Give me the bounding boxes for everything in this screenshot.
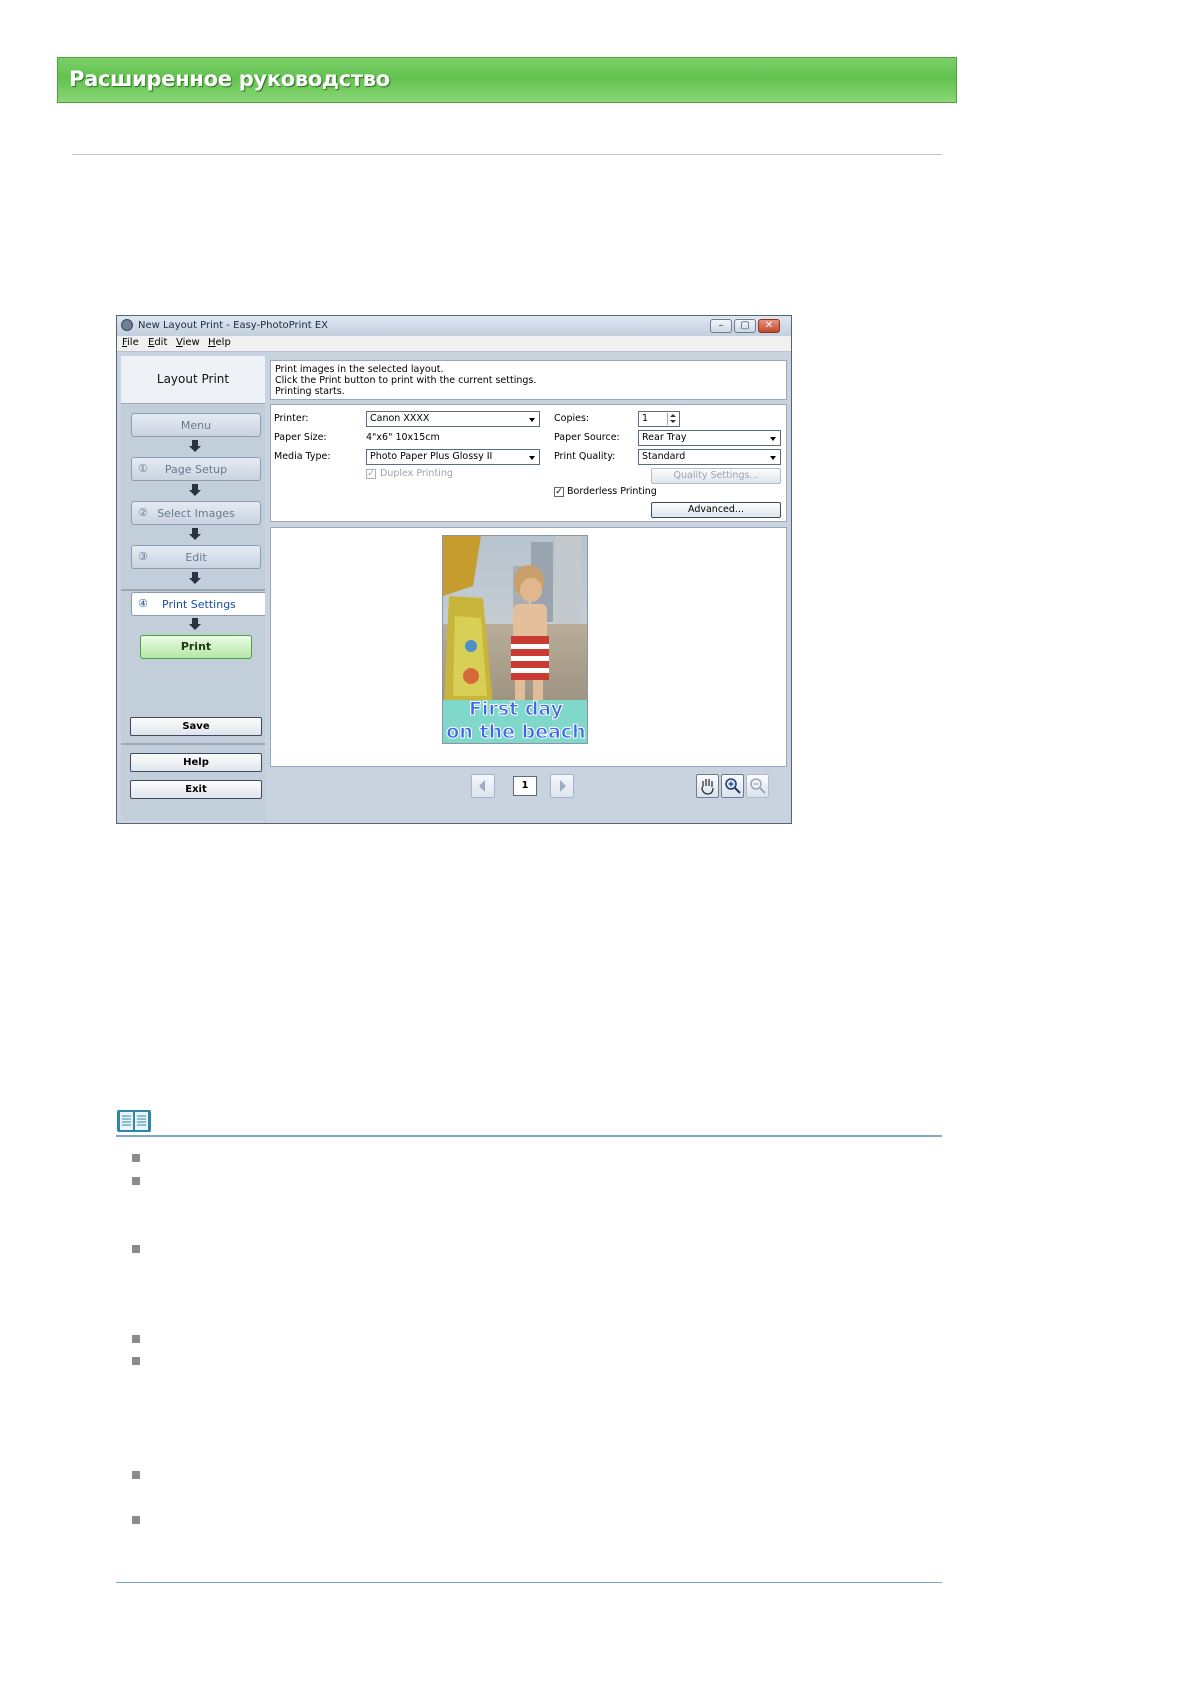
- prev-page-button[interactable]: [471, 774, 495, 798]
- edit-step-button[interactable]: ③ Edit: [131, 545, 261, 569]
- note-bullet: [132, 1245, 140, 1253]
- print-quality-value: Standard: [642, 451, 686, 462]
- copies-stepper[interactable]: 1: [638, 411, 680, 427]
- printer-select[interactable]: Canon XXXX: [366, 411, 540, 427]
- save-button[interactable]: Save: [130, 717, 262, 736]
- copies-value: 1: [642, 413, 649, 424]
- panel-divider: [121, 743, 265, 745]
- step-label-print-settings: Print Settings: [162, 598, 236, 611]
- window-titlebar: New Layout Print - Easy-PhotoPrint EX – …: [117, 316, 791, 336]
- zoom-out-button[interactable]: [746, 774, 769, 798]
- print-button[interactable]: Print: [140, 635, 252, 659]
- note-bullet: [132, 1154, 140, 1162]
- instruction-line: Print images in the selected layout.: [275, 364, 444, 375]
- top-divider: [72, 154, 942, 155]
- printer-value: Canon XXXX: [370, 413, 430, 424]
- duplex-label: Duplex Printing: [380, 468, 453, 479]
- media-type-select[interactable]: Photo Paper Plus Glossy II: [366, 449, 540, 465]
- next-page-button[interactable]: [550, 774, 574, 798]
- menu-view[interactable]: View: [176, 337, 200, 348]
- select-images-step-button[interactable]: ② Select Images: [131, 501, 261, 525]
- note-bullet: [132, 1516, 140, 1524]
- layout-preview-area: First day on the beach: [270, 527, 787, 767]
- preview-toolbar: 1: [270, 770, 787, 802]
- menu-step-button[interactable]: Menu: [131, 413, 261, 437]
- paper-size-value: 4"x6" 10x15cm: [366, 432, 440, 443]
- paper-size-label: Paper Size:: [274, 432, 327, 443]
- note-bullet: [132, 1357, 140, 1365]
- menu-edit[interactable]: Edit: [148, 337, 167, 348]
- minimize-button[interactable]: –: [710, 319, 732, 333]
- instruction-line: Click the Print button to print with the…: [275, 375, 537, 386]
- window-title: New Layout Print - Easy-PhotoPrint EX: [138, 320, 329, 331]
- menu-file[interactable]: File: [122, 337, 139, 348]
- print-quality-select[interactable]: Standard: [638, 449, 781, 465]
- note-divider: [116, 1135, 942, 1137]
- zoom-in-icon: [725, 778, 741, 794]
- page-header-banner: Расширенное руководство: [57, 57, 957, 103]
- page-setup-step-button[interactable]: ① Page Setup: [131, 457, 261, 481]
- printer-label: Printer:: [274, 413, 309, 424]
- chevron-down-icon: [529, 418, 535, 422]
- menu-bar: File Edit View Help: [117, 336, 791, 352]
- print-quality-label: Print Quality:: [554, 451, 616, 462]
- prev-page-icon: [479, 780, 485, 792]
- note-bullet: [132, 1177, 140, 1185]
- exit-button[interactable]: Exit: [130, 780, 262, 799]
- page-number-box: 1: [513, 776, 537, 796]
- instruction-line: Printing starts.: [275, 386, 345, 397]
- help-button[interactable]: Help: [130, 753, 262, 772]
- quality-settings-button[interactable]: Quality Settings...: [651, 468, 781, 484]
- bottom-divider: [116, 1582, 942, 1583]
- step-number: ④: [138, 597, 148, 610]
- note-book-icon: [116, 1108, 152, 1134]
- instruction-box: Print images in the selected layout. Cli…: [270, 360, 787, 400]
- chevron-down-icon: [770, 437, 776, 441]
- zoom-in-button[interactable]: [721, 774, 744, 798]
- paper-source-value: Rear Tray: [642, 432, 687, 443]
- next-page-icon: [560, 780, 566, 792]
- hand-tool-icon: [701, 779, 714, 795]
- step-label-edit: Edit: [185, 551, 207, 564]
- paper-source-label: Paper Source:: [554, 432, 620, 443]
- media-type-value: Photo Paper Plus Glossy II: [370, 451, 493, 462]
- print-settings-panel: Printer: Canon XXXX Paper Size: 4"x6" 10…: [270, 404, 787, 522]
- panel-heading-label: Layout Print: [156, 372, 230, 386]
- menu-help[interactable]: Help: [208, 337, 231, 348]
- advanced-button[interactable]: Advanced...: [651, 502, 781, 518]
- borderless-label: Borderless Printing: [567, 486, 657, 497]
- hand-tool-button[interactable]: [696, 774, 719, 798]
- spin-arrows-icon[interactable]: [667, 413, 678, 425]
- panel-divider: [121, 589, 265, 591]
- close-button[interactable]: ✕: [758, 319, 780, 333]
- copies-label: Copies:: [554, 413, 590, 424]
- media-type-label: Media Type:: [274, 451, 331, 462]
- step-label-select-images: Select Images: [157, 507, 235, 520]
- print-settings-step-tab[interactable]: ④ Print Settings: [131, 592, 265, 616]
- paper-source-select[interactable]: Rear Tray: [638, 430, 781, 446]
- step-label-page-setup: Page Setup: [164, 463, 228, 476]
- zoom-out-icon: [750, 778, 766, 794]
- chevron-down-icon: [529, 456, 535, 460]
- panel-heading: Layout Print: [121, 356, 265, 404]
- borderless-checkbox[interactable]: ✓: [554, 487, 564, 497]
- step-label-menu: Menu: [180, 419, 212, 432]
- photo-caption-line1: First day: [468, 698, 564, 721]
- app-icon: [121, 319, 133, 331]
- app-window: New Layout Print - Easy-PhotoPrint EX – …: [116, 315, 792, 824]
- chevron-down-icon: [770, 456, 776, 460]
- duplex-checkbox[interactable]: ✓: [366, 469, 376, 479]
- left-nav-panel: Layout Print Menu ① Page Setup ② Select …: [121, 356, 265, 820]
- preview-photo[interactable]: First day on the beach: [442, 535, 588, 744]
- photo-caption-line2: on the beach: [446, 721, 586, 744]
- page-header-title: Расширенное руководство: [69, 67, 390, 91]
- note-bullet: [132, 1471, 140, 1479]
- restore-button[interactable]: ▢: [734, 319, 756, 333]
- note-bullet: [132, 1335, 140, 1343]
